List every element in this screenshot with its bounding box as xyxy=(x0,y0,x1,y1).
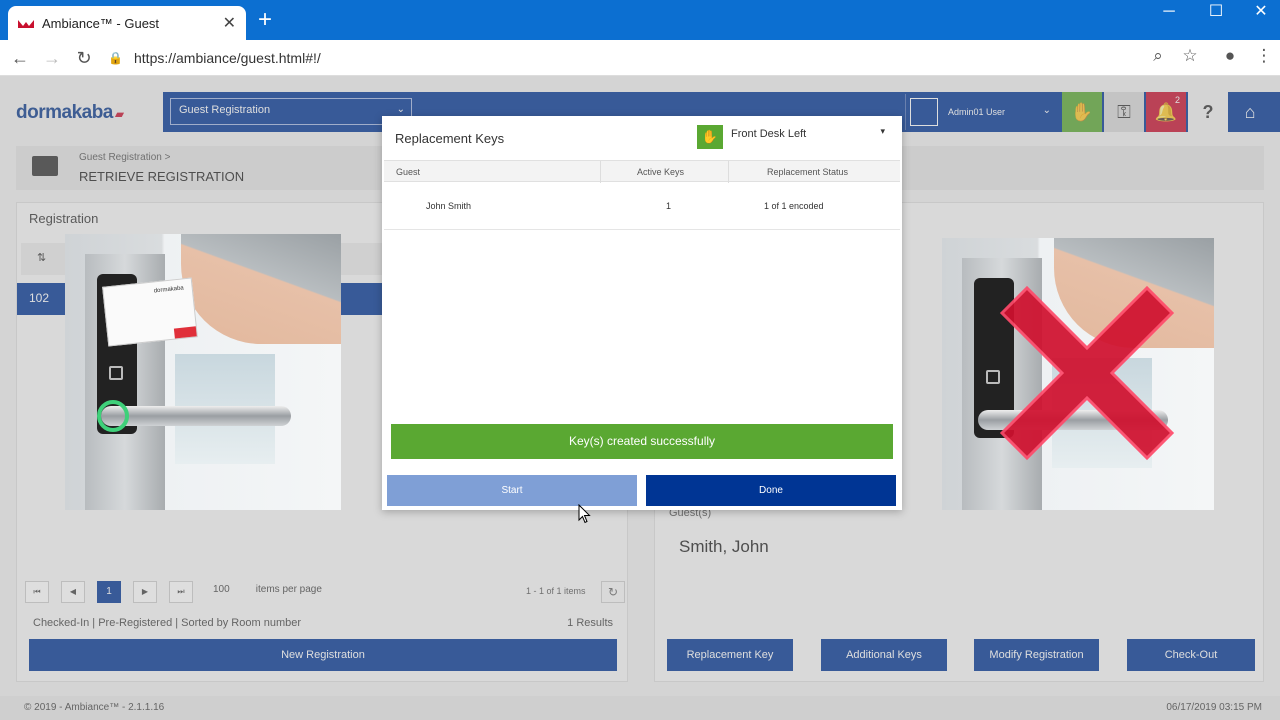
encoder-select[interactable]: ✋ Front Desk Left ▾ xyxy=(697,124,893,152)
table-header: Guest Active Keys Replacement Status xyxy=(384,160,900,183)
success-message: Key(s) created successfully xyxy=(391,424,893,459)
done-button[interactable]: Done xyxy=(646,475,896,506)
column-active-keys[interactable]: Active Keys xyxy=(637,167,684,177)
forward-icon[interactable]: → xyxy=(40,46,64,70)
minimize-icon[interactable]: ─ xyxy=(1146,2,1192,22)
active-keys-cell: 1 xyxy=(666,201,672,211)
dormakaba-favicon-icon xyxy=(18,20,34,28)
bookmark-star-icon[interactable]: ☆ xyxy=(1178,46,1202,66)
guest-cell: John Smith xyxy=(426,201,472,211)
column-replacement-status[interactable]: Replacement Status xyxy=(767,167,848,177)
tab-close-icon[interactable]: ✕ xyxy=(223,13,236,33)
replacement-keys-dialog: Replacement Keys ✋ Front Desk Left ▾ Gue… xyxy=(382,116,902,510)
table-row[interactable]: John Smith 1 1 of 1 encoded xyxy=(384,182,900,230)
profile-icon[interactable]: ● xyxy=(1218,46,1242,66)
zoom-icon[interactable]: ⌕ xyxy=(1146,46,1170,66)
url-field[interactable]: 🔒 https://ambiance/guest.html#!/ xyxy=(108,45,1178,71)
new-tab-icon[interactable]: + xyxy=(258,8,272,32)
start-button[interactable]: Start xyxy=(387,475,637,506)
window-close-icon[interactable]: ✕ xyxy=(1238,2,1280,22)
door-handle xyxy=(101,406,291,426)
lock-icon: 🔒 xyxy=(108,51,123,65)
back-icon[interactable]: ← xyxy=(8,46,32,70)
encoder-value: Front Desk Left xyxy=(731,128,807,140)
status-cell: 1 of 1 encoded xyxy=(764,201,824,211)
invalid-key-photo xyxy=(942,238,1214,510)
caret-down-icon: ▾ xyxy=(880,126,885,136)
hand-card-icon: ✋ xyxy=(697,125,723,149)
browser-tab-title: Ambiance™ - Guest xyxy=(42,15,160,31)
green-led-icon xyxy=(97,400,129,432)
url-text: https://ambiance/guest.html#!/ xyxy=(134,50,321,66)
reload-icon[interactable]: ↻ xyxy=(72,46,96,70)
browser-tab-bar: Ambiance™ - Guest ✕ + ─ ☐ ✕ xyxy=(0,0,1280,40)
maximize-icon[interactable]: ☐ xyxy=(1193,2,1239,22)
dialog-title: Replacement Keys xyxy=(395,131,505,146)
browser-tab[interactable]: Ambiance™ - Guest ✕ xyxy=(8,6,246,40)
browser-menu-icon[interactable]: ⋮ xyxy=(1252,46,1276,66)
hand xyxy=(181,234,341,344)
column-guest[interactable]: Guest xyxy=(396,167,420,177)
browser-address-bar: ← → ↻ 🔒 https://ambiance/guest.html#!/ ⌕… xyxy=(0,40,1280,76)
mouse-cursor-icon xyxy=(578,504,591,524)
key-card: dormakaba xyxy=(102,277,198,347)
card-brand: dormakaba xyxy=(153,285,185,295)
key-card-photo: dormakaba xyxy=(65,234,341,510)
red-x-icon xyxy=(999,285,1175,461)
